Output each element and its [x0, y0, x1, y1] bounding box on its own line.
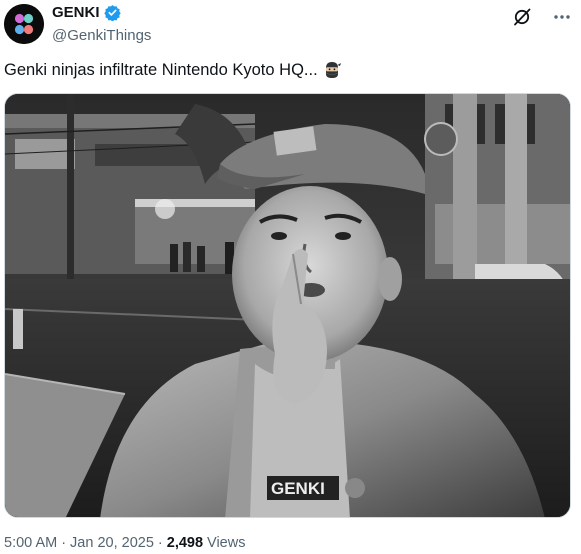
tweet-text-content: Genki ninjas infiltrate Nintendo Kyoto H… [4, 60, 318, 79]
meta-separator: · [157, 535, 163, 551]
post-date[interactable]: Jan 20, 2025 [70, 535, 154, 551]
verified-badge-icon[interactable] [103, 4, 121, 21]
more-icon[interactable] [551, 6, 573, 28]
tweet-text: Genki ninjas infiltrate Nintendo Kyoto H… [4, 60, 342, 80]
shirt-print: GENKI [271, 479, 325, 498]
tweet-meta: 5:00 AM · Jan 20, 2025 · 2,498 Views [4, 535, 245, 551]
views-label[interactable]: Views [203, 535, 245, 551]
ninja-emoji-icon [322, 60, 342, 80]
photo-image: GENKI [5, 94, 570, 517]
meta-separator: · [61, 535, 67, 551]
genki-logo-icon [4, 4, 44, 44]
name-row: GENKI [52, 3, 151, 21]
avatar[interactable] [4, 4, 44, 44]
views-count[interactable]: 2,498 [167, 535, 203, 551]
tweet-post: GENKI @GenkiThings Genki ninjas infiltra… [0, 0, 581, 554]
author-block: GENKI @GenkiThings [52, 3, 151, 45]
grok-icon[interactable] [511, 6, 533, 28]
top-actions [511, 6, 573, 28]
post-time[interactable]: 5:00 AM [4, 535, 57, 551]
user-handle[interactable]: @GenkiThings [52, 27, 151, 44]
display-name[interactable]: GENKI [52, 4, 100, 21]
tweet-photo[interactable]: GENKI [4, 93, 571, 518]
